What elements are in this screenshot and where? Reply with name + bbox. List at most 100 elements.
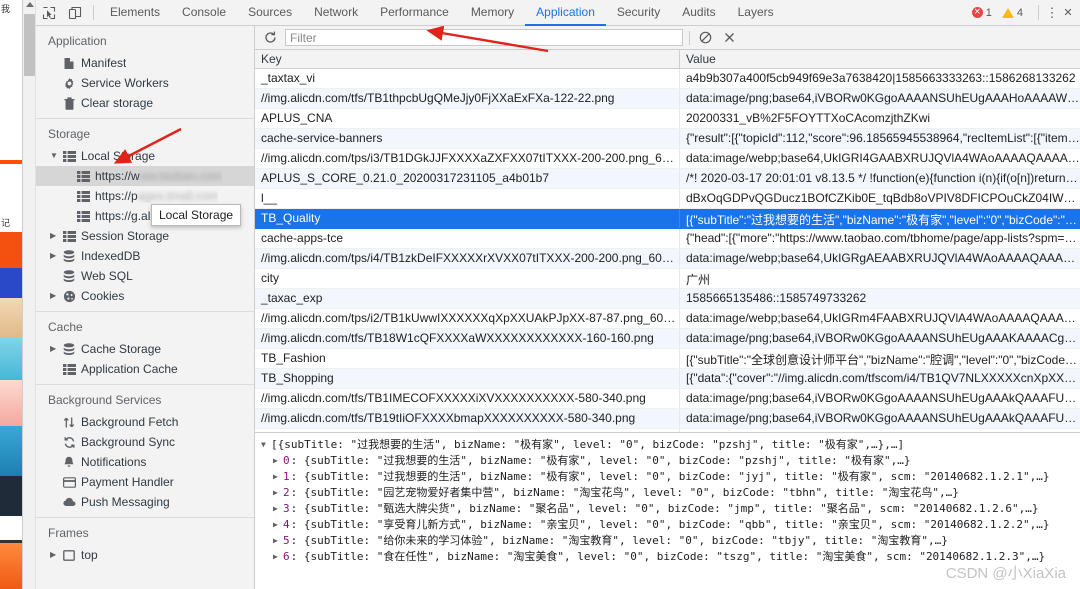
cell-key[interactable]: //img.alicdn.com/tps/i2/TB1kUwwIXXXXXXqX… [255,309,680,328]
chevron-right-icon[interactable]: ▶ [273,469,283,485]
cell-value[interactable]: 20200331_vB%2F5FOYTTXoCAcomzjthZKwi [680,109,1080,128]
chevron-right-icon[interactable]: ▶ [50,551,58,559]
cell-value[interactable]: [{"data":{"cover":"//img.alicdn.com/tfsc… [680,369,1080,388]
device-toolbar-icon[interactable] [62,1,88,25]
cell-value[interactable]: data:image/png;base64,iVBORw0KGgoAAAANSU… [680,409,1080,428]
scroll-up-arrow-icon[interactable] [26,2,34,7]
cell-value[interactable]: data:image/png;base64,iVBORw0KGgoAAAANSU… [680,389,1080,408]
cell-value[interactable]: a4b9b307a400f5cb949f69e3a7638420|1585663… [680,69,1080,88]
cell-key[interactable]: l__ [255,189,680,208]
cell-key[interactable]: TB_Quality [255,209,680,228]
cell-value[interactable]: dBxOqGDPvQGDucz1BOfCZKib0E_tqBdb8oVPIV8D… [680,189,1080,208]
cell-key[interactable]: //img.alicdn.com/tfs/TB18W1cQFXXXXaWXXXX… [255,329,680,348]
table-row[interactable]: //img.alicdn.com/tps/i3/TB1DGkJJFXXXXaZX… [255,149,1080,169]
sidebar-item-application-cache[interactable]: Application Cache [36,359,254,379]
cell-value[interactable]: /*! 2020-03-17 20:01:01 v8.13.5 */ !func… [680,169,1080,188]
sidebar-item-manifest[interactable]: Manifest [36,53,254,73]
chevron-right-icon[interactable]: ▶ [50,232,58,240]
preview-line[interactable]: ▶ 2: {subTitle: "园艺宠物爱好者集中营", bizName: "淘… [255,485,1080,501]
table-row[interactable]: cache-service-banners {"result":[{"topicI… [255,129,1080,149]
sidebar-item-clear-storage[interactable]: Clear storage [36,93,254,113]
table-row[interactable]: //img.alicdn.com/tfs/TB19tIiOFXXXXbmapXX… [255,409,1080,429]
sidebar-item-https-pages-tmall-com[interactable]: https://pages.tmall.com [36,186,254,206]
preview-line[interactable]: ▶ 1: {subTitle: "过我想要的生活", bizName: "极有家"… [255,469,1080,485]
chevron-right-icon[interactable]: ▶ [273,453,283,469]
table-row[interactable]: _taxtax_vi a4b9b307a400f5cb949f69e3a76384… [255,69,1080,89]
cell-value[interactable]: data:image/webp;base64,UkIGRI4GAABXRUJQV… [680,149,1080,168]
cell-value[interactable]: data:image/png;base64,iVBORw0KGgoAAAANSU… [680,89,1080,108]
table-row[interactable]: TB_Quality [{"subTitle":"过我想要的生活","bizNam… [255,209,1080,229]
cell-key[interactable]: //img.alicdn.com/tfs/TB1thpcbUgQMeJjy0Fj… [255,89,680,108]
vertical-dots-icon[interactable]: ⋮ [1044,5,1060,21]
scrollbar-thumb[interactable] [24,14,35,76]
chevron-right-icon[interactable]: ▶ [273,517,283,533]
cell-value[interactable]: [{"subTitle":"全球创意设计师平台","bizName":"腔调",… [680,349,1080,368]
cell-value[interactable]: {"head":[{"more":"https://www.taobao.com… [680,229,1080,248]
table-row[interactable]: l__ dBxOqGDPvQGDucz1BOfCZKib0E_tqBdb8oVPI… [255,189,1080,209]
inspect-element-icon[interactable] [36,1,62,25]
table-row[interactable]: APLUS_S_CORE_0.21.0_20200317231105_a4b01… [255,169,1080,189]
close-icon[interactable]: ✕ [1060,6,1076,19]
chevron-right-icon[interactable]: ▶ [50,292,58,300]
warning-badge[interactable]: 4 [1001,7,1029,19]
cell-value[interactable]: data:image/webp;base64,UkIGRgAEAABXRUJQV… [680,249,1080,268]
tab-elements[interactable]: Elements [99,0,171,26]
cell-key[interactable]: TB_Shopping [255,369,680,388]
cell-key[interactable]: cache-apps-tce [255,229,680,248]
chevron-right-icon[interactable]: ▶ [273,485,283,501]
column-header-value[interactable]: Value [680,50,1080,68]
cell-key[interactable]: _taxac_exp [255,289,680,308]
cell-value[interactable]: [{"subTitle":"过我想要的生活","bizName":"极有家","… [680,209,1080,228]
sidebar-item-service-workers[interactable]: Service Workers [36,73,254,93]
tab-audits[interactable]: Audits [671,0,726,26]
sidebar-item-top[interactable]: ▶ top [36,545,254,565]
table-row[interactable]: _taxac_exp 1585665135486::1585749733262 [255,289,1080,309]
cell-key[interactable]: TB_Fashion [255,349,680,368]
tab-performance[interactable]: Performance [369,0,460,26]
cell-key[interactable]: cache-service-banners [255,129,680,148]
cell-key[interactable]: city [255,269,680,288]
sidebar-item-local-storage[interactable]: ▼ Local Storage [36,146,254,166]
cell-key[interactable]: //img.alicdn.com/tfs/TB19tIiOFXXXXbmapXX… [255,409,680,428]
tab-layers[interactable]: Layers [727,0,785,26]
filter-input[interactable]: Filter [285,29,683,46]
no-entry-icon[interactable] [696,29,714,47]
cell-value[interactable]: data:image/png;base64,iVBORw0KGgoAAAANSU… [680,329,1080,348]
chevron-down-icon[interactable]: ▼ [50,152,58,160]
sidebar-item-cache-storage[interactable]: ▶ Cache Storage [36,339,254,359]
cell-key[interactable]: //img.alicdn.com/tps/i3/TB1DGkJJFXXXXaZX… [255,149,680,168]
sidebar-item-indexeddb[interactable]: ▶ IndexedDB [36,246,254,266]
chevron-down-icon[interactable]: ▼ [261,437,271,453]
preview-line[interactable]: ▼ [{subTitle: "过我想要的生活", bizName: "极有家", … [255,437,1080,453]
tab-network[interactable]: Network [303,0,369,26]
sidebar-item-payment-handler[interactable]: Payment Handler [36,472,254,492]
preview-line[interactable]: ▶ 5: {subTitle: "给你未来的学习体验", bizName: "淘宝… [255,533,1080,549]
sidebar-item-cookies[interactable]: ▶ Cookies [36,286,254,306]
chevron-right-icon[interactable]: ▶ [273,501,283,517]
preview-line[interactable]: ▶ 3: {subTitle: "甄选大牌尖货", bizName: "聚名品",… [255,501,1080,517]
sidebar-item-https-www-taobao-com[interactable]: https://www.taobao.com [36,166,254,186]
error-badge[interactable]: × 1 [971,7,998,19]
chevron-right-icon[interactable]: ▶ [50,345,58,353]
table-row[interactable]: TB_Shopping [{"data":{"cover":"//img.alic… [255,369,1080,389]
table-row[interactable]: //img.alicdn.com/tfs/TB18W1cQFXXXXaWXXXX… [255,329,1080,349]
sidebar-item-background-fetch[interactable]: Background Fetch [36,412,254,432]
cell-key[interactable]: _taxtax_vi [255,69,680,88]
table-row[interactable]: //img.alicdn.com/tfs/TB1IMECOFXXXXXiXVXX… [255,389,1080,409]
cell-key[interactable]: //img.alicdn.com/tps/i4/TB1zkDeIFXXXXXrX… [255,249,680,268]
column-header-key[interactable]: Key [255,50,680,68]
sidebar-item-notifications[interactable]: Notifications [36,452,254,472]
preview-line[interactable]: ▶ 4: {subTitle: "享受育儿新方式", bizName: "亲宝贝"… [255,517,1080,533]
table-row[interactable]: cache-apps-tce {"head":[{"more":"https://… [255,229,1080,249]
sidebar-item-web-sql[interactable]: Web SQL [36,266,254,286]
table-row[interactable]: APLUS_CNA 20200331_vB%2F5FOYTTXoCAcomzjth… [255,109,1080,129]
x-icon[interactable] [720,29,738,47]
chevron-right-icon[interactable]: ▶ [50,252,58,260]
cell-value[interactable]: data:image/webp;base64,UkIGRm4FAABXRUJQV… [680,309,1080,328]
chevron-right-icon[interactable]: ▶ [273,549,283,565]
cell-key[interactable]: APLUS_S_CORE_0.21.0_20200317231105_a4b01… [255,169,680,188]
cell-value[interactable]: 1585665135486::1585749733262 [680,289,1080,308]
table-row[interactable]: TB_Fashion [{"subTitle":"全球创意设计师平台","bizN… [255,349,1080,369]
table-row[interactable]: //img.alicdn.com/tps/i4/TB1zkDeIFXXXXXrX… [255,249,1080,269]
cell-key[interactable]: APLUS_CNA [255,109,680,128]
